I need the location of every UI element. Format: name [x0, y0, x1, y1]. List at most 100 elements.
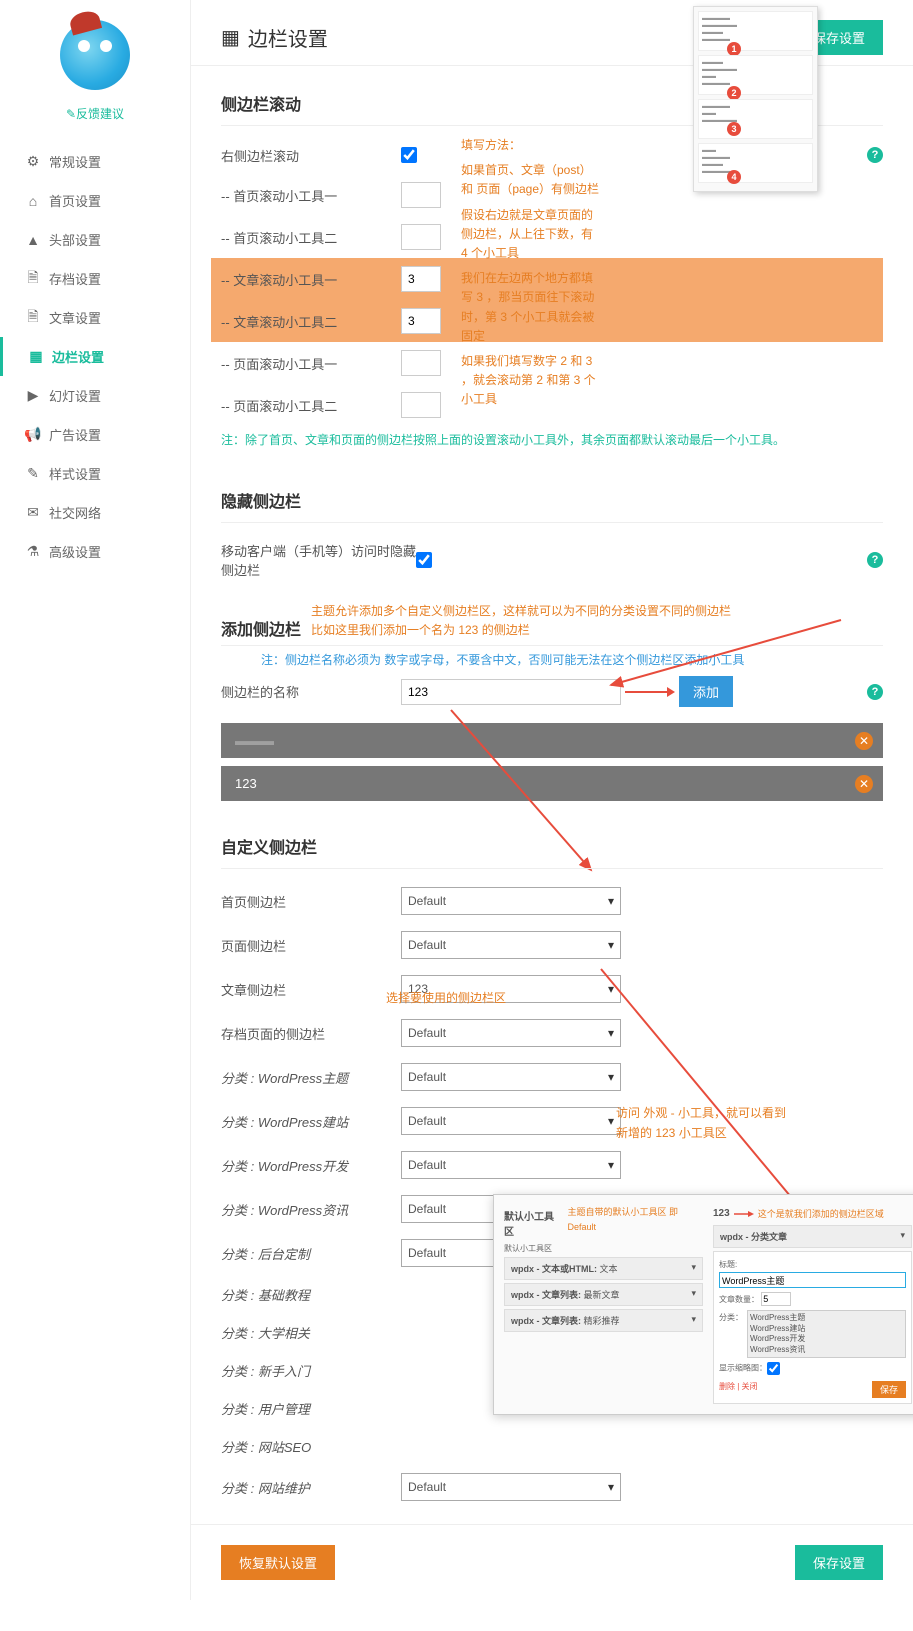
save-button-bottom[interactable]: 保存设置: [795, 1545, 883, 1580]
page-widget2-label: -- 页面滚动小工具二: [221, 396, 401, 415]
feedback-link[interactable]: ✎反馈建议: [0, 105, 190, 122]
custom-row-select[interactable]: Default: [401, 887, 621, 915]
custom-row-label: 文章侧边栏: [221, 980, 401, 999]
arrow-icon: [625, 685, 675, 699]
widget-item[interactable]: wpdx - 文章列表: 精彩推荐▾: [504, 1309, 703, 1332]
custom-row-label: 分类 : 新手入门: [221, 1361, 401, 1380]
nav-item-存档设置[interactable]: 🗎存档设置: [0, 259, 190, 298]
right-scroll-checkbox[interactable]: [401, 147, 417, 163]
widget-123-title: 123: [713, 1205, 730, 1222]
nav-label: 存档设置: [49, 269, 101, 288]
sidebar-bar-123[interactable]: 123✕: [221, 766, 883, 801]
select-hint: 选择要使用的侧边栏区: [386, 989, 506, 1008]
widget-item[interactable]: wpdx - 文本或HTML: 文本▾: [504, 1257, 703, 1280]
custom-row-label: 分类 : WordPress资讯: [221, 1200, 401, 1219]
help-icon[interactable]: ?: [867, 147, 883, 163]
custom-row: 首页侧边栏Default: [221, 879, 883, 923]
nav-label: 广告设置: [49, 425, 101, 444]
page-widget1-input[interactable]: [401, 350, 441, 376]
nav-item-广告设置[interactable]: 📢广告设置: [0, 415, 190, 454]
delete-icon[interactable]: ✕: [855, 775, 873, 793]
nav-icon: ✎: [25, 466, 41, 482]
custom-row-select[interactable]: Default: [401, 1019, 621, 1047]
custom-row: 存档页面的侧边栏Default: [221, 1011, 883, 1055]
nav-item-高级设置[interactable]: ⚗高级设置: [0, 532, 190, 571]
custom-row-label: 分类 : WordPress开发: [221, 1156, 401, 1175]
num-badge-3: 3: [727, 122, 741, 136]
nav-item-常规设置[interactable]: ⚙ 常规设置: [0, 142, 190, 181]
custom-row-label: 分类 : WordPress建站: [221, 1112, 401, 1131]
nav-label: 常规设置: [49, 152, 101, 171]
widget-default-title: 默认小工具区: [504, 1205, 561, 1241]
custom-row-select[interactable]: Default: [401, 1063, 621, 1091]
nav-label: 首页设置: [49, 191, 101, 210]
custom-row-label: 分类 : 网站维护: [221, 1478, 401, 1497]
section-add-title: 添加侧边栏: [221, 616, 311, 640]
nav-item-文章设置[interactable]: 🗎 文章设置: [0, 298, 190, 337]
nav-item-边栏设置[interactable]: ▦ 边栏设置: [0, 337, 190, 376]
post-widget1-label: -- 文章滚动小工具一: [221, 270, 401, 289]
home-widget2-input[interactable]: [401, 224, 441, 250]
visit-hint: 访问 外观 - 小工具，就可以看到新增的 123 小工具区: [616, 1104, 791, 1142]
custom-row-label: 页面侧边栏: [221, 936, 401, 955]
post-widget1-input[interactable]: [401, 266, 441, 292]
custom-row: 分类 : WordPress主题Default: [221, 1055, 883, 1099]
nav-label: 高级设置: [49, 542, 101, 561]
nav-icon: ▦: [28, 349, 44, 365]
scroll-note: 注：除了首页、文章和页面的侧边栏按照上面的设置滚动小工具外，其余页面都默认滚动最…: [221, 426, 883, 463]
nav-label: 边栏设置: [52, 347, 104, 366]
nav-item-样式设置[interactable]: ✎ 样式设置: [0, 454, 190, 493]
home-widget2-label: -- 首页滚动小工具二: [221, 228, 401, 247]
widget-count-label: 文章数量：: [719, 1295, 759, 1304]
sidebar-bar-existing[interactable]: ▬▬▬✕: [221, 723, 883, 758]
mobile-hide-label: 移动客户端（手机等）访问时隐藏侧边栏: [221, 541, 416, 579]
help-icon[interactable]: ?: [867, 684, 883, 700]
nav-icon: ⚙: [25, 154, 41, 170]
custom-row-select[interactable]: Default: [401, 1473, 621, 1501]
widget-default-note: 主题自带的默认小工具区 即 Default: [567, 1205, 703, 1234]
nav-item-首页设置[interactable]: ⌂首页设置: [0, 181, 190, 220]
restore-defaults-button[interactable]: 恢复默认设置: [221, 1545, 335, 1580]
widget-thumb-checkbox[interactable]: [767, 1362, 780, 1375]
page-widget2-input[interactable]: [401, 392, 441, 418]
home-widget1-input[interactable]: [401, 182, 441, 208]
nav-icon: ▲: [25, 232, 41, 248]
sidebar-name-input[interactable]: [401, 679, 621, 705]
main-content: ▦边栏设置 保存设置 1▬▬▬▬▬▬▬▬▬▬▬▬▬▬▬▬ 2▬▬▬▬▬▬▬▬▬▬…: [190, 0, 913, 1600]
widget-cat-select[interactable]: WordPress主题 WordPress建站 WordPress开发 Word…: [747, 1310, 906, 1358]
widget-cat-label: 分类：: [719, 1312, 743, 1323]
sidebar-name-label: 侧边栏的名称: [221, 682, 401, 701]
custom-row: 分类 : 网站维护Default: [221, 1465, 883, 1509]
custom-row-select[interactable]: Default: [401, 1151, 621, 1179]
nav-item-幻灯设置[interactable]: ▶幻灯设置: [0, 376, 190, 415]
add-button[interactable]: 添加: [679, 676, 733, 707]
section-custom-title: 自定义侧边栏: [221, 824, 883, 869]
settings-nav-sidebar: ✎反馈建议 ⚙ 常规设置 ⌂首页设置▲头部设置🗎存档设置 🗎 文章设置 ▦ 边栏设置 ▶幻灯设…: [0, 0, 190, 1600]
widget-item[interactable]: wpdx - 分类文章▾: [713, 1225, 912, 1248]
post-widget2-input[interactable]: [401, 308, 441, 334]
widget-count-input[interactable]: [761, 1292, 791, 1306]
scroll-annotation: 填写方法： 如果首页、文章（post）和 页面（page）有侧边栏 假设右边就是…: [461, 136, 601, 409]
nav-label: 文章设置: [49, 308, 101, 327]
num-badge-1: 1: [727, 42, 741, 56]
widget-123-note: 这个是就我们添加的侧边栏区域: [758, 1207, 884, 1221]
custom-row-select[interactable]: Default: [401, 1107, 621, 1135]
nav-item-头部设置[interactable]: ▲头部设置: [0, 220, 190, 259]
widget-item[interactable]: wpdx - 文章列表: 最新文章▾: [504, 1283, 703, 1306]
mobile-hide-checkbox[interactable]: [416, 552, 432, 568]
home-widget1-label: -- 首页滚动小工具一: [221, 186, 401, 205]
help-icon[interactable]: ?: [867, 552, 883, 568]
nav-item-社交网络[interactable]: ✉社交网络: [0, 493, 190, 532]
widget-title-input[interactable]: [719, 1272, 906, 1288]
nav-icon: 🗎: [25, 310, 41, 326]
widget-delete-link[interactable]: 删除 | 关闭: [719, 1382, 758, 1391]
widget-default-sub: 默认小工具区: [504, 1243, 703, 1254]
nav-label: 社交网络: [49, 503, 101, 522]
edit-icon: ✎: [66, 107, 76, 121]
delete-icon[interactable]: ✕: [855, 732, 873, 750]
widget-manager-preview: 默认小工具区 主题自带的默认小工具区 即 Default 默认小工具区 wpdx…: [493, 1194, 913, 1415]
page-title: ▦边栏设置: [221, 23, 328, 52]
custom-row-select[interactable]: Default: [401, 931, 621, 959]
nav-label: 样式设置: [49, 464, 101, 483]
widget-save-button[interactable]: 保存: [872, 1381, 906, 1398]
